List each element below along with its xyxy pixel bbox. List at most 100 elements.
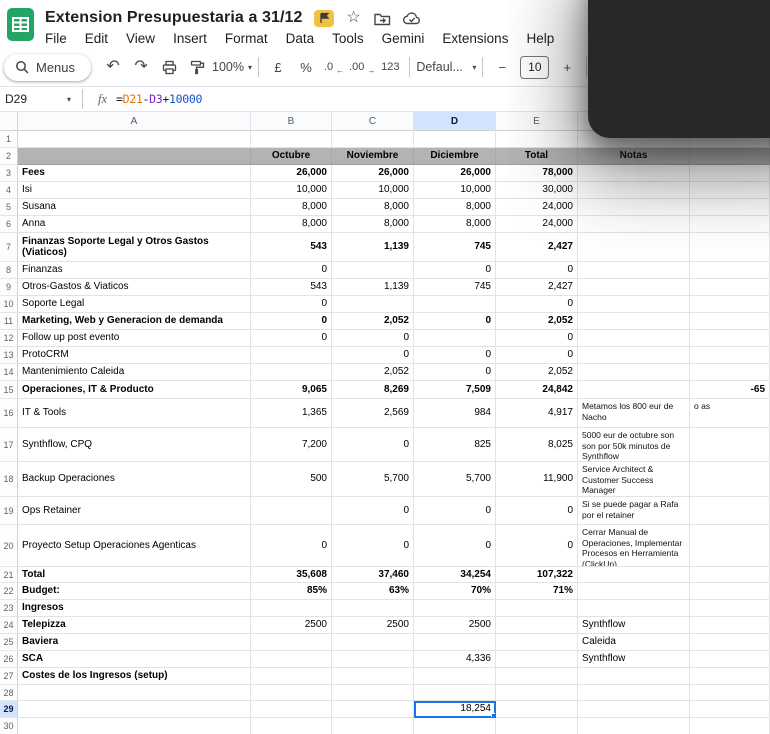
more-formats-button[interactable]: 123 <box>376 54 404 80</box>
cell-G2[interactable] <box>690 148 770 165</box>
cell-E25[interactable] <box>496 634 578 651</box>
move-folder-icon[interactable] <box>374 9 392 27</box>
cell-A21[interactable]: Total <box>18 567 251 583</box>
cell-C9[interactable]: 1,139 <box>332 279 414 296</box>
cell-A1[interactable] <box>18 131 251 148</box>
cell-D26[interactable]: 4,336 <box>414 651 496 668</box>
cell-C2[interactable]: Noviembre <box>332 148 414 165</box>
row-header-30[interactable]: 30 <box>0 718 18 734</box>
cell-D3[interactable]: 26,000 <box>414 165 496 182</box>
decrease-font-size-button[interactable]: − <box>488 54 516 80</box>
cell-F16[interactable]: Metamos los 800 eur de Nacho <box>578 399 690 428</box>
cell-E18[interactable]: 11,900 <box>496 462 578 497</box>
font-select[interactable]: Defaul...▾ <box>415 54 477 80</box>
cell-B4[interactable]: 10,000 <box>251 182 332 199</box>
row-header-11[interactable]: 11 <box>0 313 18 330</box>
cell-D5[interactable]: 8,000 <box>414 199 496 216</box>
cell-B16[interactable]: 1,365 <box>251 399 332 428</box>
cell-C10[interactable] <box>332 296 414 313</box>
cell-A24[interactable]: Telepizza <box>18 617 251 634</box>
cell-C8[interactable] <box>332 262 414 279</box>
cell-F7[interactable] <box>578 233 690 262</box>
cell-G15[interactable]: -65 <box>690 381 770 399</box>
cell-D23[interactable] <box>414 600 496 617</box>
cell-F8[interactable] <box>578 262 690 279</box>
cell-G6[interactable] <box>690 216 770 233</box>
cell-G7[interactable] <box>690 233 770 262</box>
cell-F14[interactable] <box>578 364 690 381</box>
increase-decimal-button[interactable]: .00→ <box>348 54 376 80</box>
cell-F25[interactable]: Caleida <box>578 634 690 651</box>
cell-C30[interactable] <box>332 718 414 734</box>
cell-D20[interactable]: 0 <box>414 525 496 567</box>
cell-C23[interactable] <box>332 600 414 617</box>
cell-E14[interactable]: 2,052 <box>496 364 578 381</box>
cell-G19[interactable] <box>690 497 770 525</box>
row-header-23[interactable]: 23 <box>0 600 18 617</box>
row-header-27[interactable]: 27 <box>0 668 18 685</box>
menu-item-help[interactable]: Help <box>526 31 554 46</box>
cell-G27[interactable] <box>690 668 770 685</box>
row-header-20[interactable]: 20 <box>0 525 18 567</box>
cell-E7[interactable]: 2,427 <box>496 233 578 262</box>
cell-G12[interactable] <box>690 330 770 347</box>
cell-C24[interactable]: 2500 <box>332 617 414 634</box>
cell-E27[interactable] <box>496 668 578 685</box>
cell-C20[interactable]: 0 <box>332 525 414 567</box>
cell-F12[interactable] <box>578 330 690 347</box>
cell-E16[interactable]: 4,917 <box>496 399 578 428</box>
menu-item-file[interactable]: File <box>45 31 67 46</box>
cell-E5[interactable]: 24,000 <box>496 199 578 216</box>
cell-A23[interactable]: Ingresos <box>18 600 251 617</box>
cell-F26[interactable]: Synthflow <box>578 651 690 668</box>
cell-G10[interactable] <box>690 296 770 313</box>
cell-G11[interactable] <box>690 313 770 330</box>
cell-F10[interactable] <box>578 296 690 313</box>
column-header-C[interactable]: C <box>332 112 414 131</box>
cell-F28[interactable] <box>578 685 690 701</box>
cell-G13[interactable] <box>690 347 770 364</box>
cell-G8[interactable] <box>690 262 770 279</box>
row-header-18[interactable]: 18 <box>0 462 18 497</box>
row-header-15[interactable]: 15 <box>0 381 18 399</box>
cell-F9[interactable] <box>578 279 690 296</box>
cell-B8[interactable]: 0 <box>251 262 332 279</box>
cell-A27[interactable]: Costes de los Ingresos (setup) <box>18 668 251 685</box>
cell-E12[interactable]: 0 <box>496 330 578 347</box>
cell-E8[interactable]: 0 <box>496 262 578 279</box>
row-header-6[interactable]: 6 <box>0 216 18 233</box>
cell-D19[interactable]: 0 <box>414 497 496 525</box>
cell-E10[interactable]: 0 <box>496 296 578 313</box>
cell-F20[interactable]: Cerrar Manual de Operaciones, Implementa… <box>578 525 690 567</box>
cell-F24[interactable]: Synthflow <box>578 617 690 634</box>
row-header-28[interactable]: 28 <box>0 685 18 701</box>
cell-F4[interactable] <box>578 182 690 199</box>
cell-D15[interactable]: 7,509 <box>414 381 496 399</box>
column-header-B[interactable]: B <box>251 112 332 131</box>
decrease-decimal-button[interactable]: .0← <box>320 54 348 80</box>
cell-B30[interactable] <box>251 718 332 734</box>
cell-A15[interactable]: Operaciones, IT & Producto <box>18 381 251 399</box>
cell-F11[interactable] <box>578 313 690 330</box>
cell-A8[interactable]: Finanzas <box>18 262 251 279</box>
cell-D7[interactable]: 745 <box>414 233 496 262</box>
cell-D29[interactable]: 18,254 <box>414 701 496 718</box>
row-header-24[interactable]: 24 <box>0 617 18 634</box>
cell-E13[interactable]: 0 <box>496 347 578 364</box>
cell-G23[interactable] <box>690 600 770 617</box>
cell-B19[interactable] <box>251 497 332 525</box>
cell-F5[interactable] <box>578 199 690 216</box>
cell-A18[interactable]: Backup Operaciones <box>18 462 251 497</box>
cell-D25[interactable] <box>414 634 496 651</box>
cell-B3[interactable]: 26,000 <box>251 165 332 182</box>
cell-E21[interactable]: 107,322 <box>496 567 578 583</box>
cell-B29[interactable] <box>251 701 332 718</box>
cell-F15[interactable] <box>578 381 690 399</box>
cell-D14[interactable]: 0 <box>414 364 496 381</box>
cell-E15[interactable]: 24,842 <box>496 381 578 399</box>
cell-F22[interactable] <box>578 583 690 600</box>
cell-D1[interactable] <box>414 131 496 148</box>
cell-D12[interactable] <box>414 330 496 347</box>
cell-D17[interactable]: 825 <box>414 428 496 462</box>
print-button[interactable] <box>155 54 183 80</box>
